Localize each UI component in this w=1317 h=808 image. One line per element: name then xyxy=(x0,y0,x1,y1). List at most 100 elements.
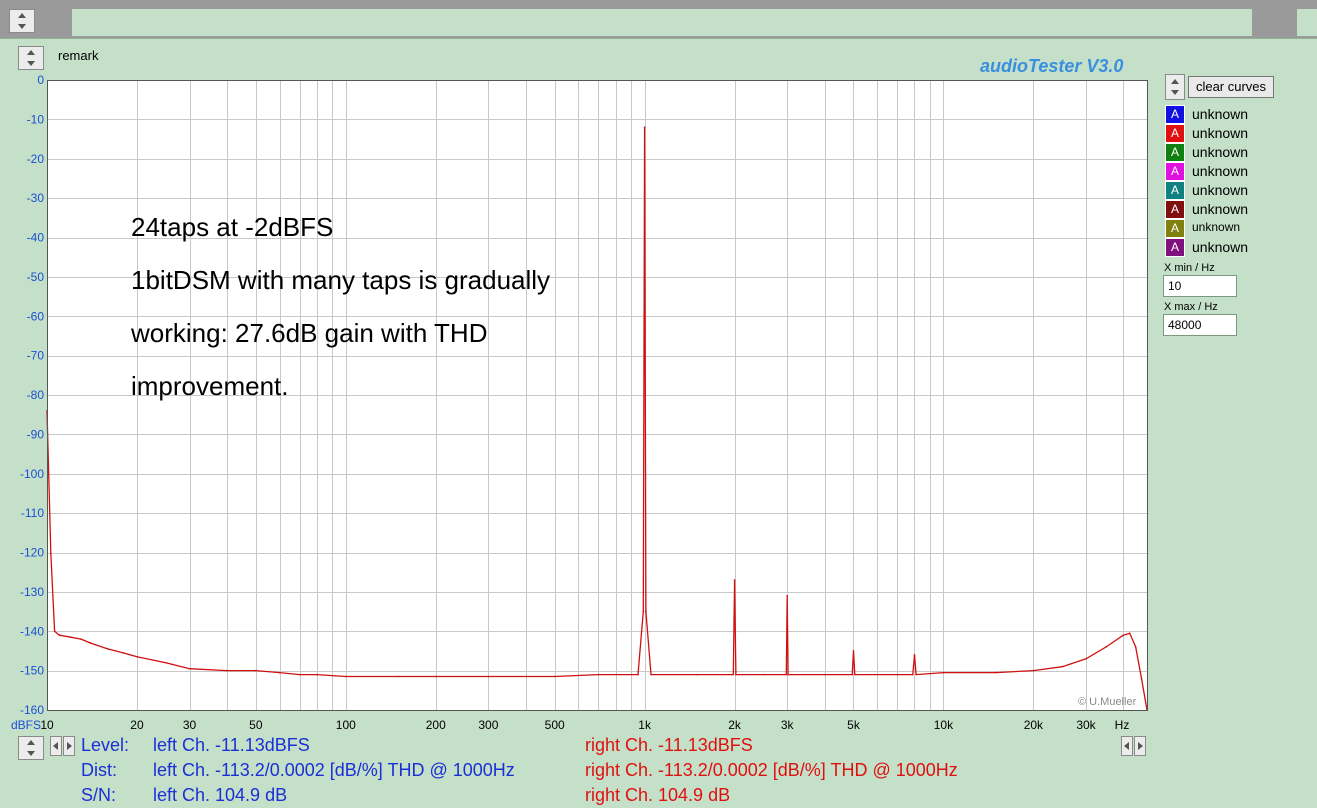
data-point xyxy=(854,673,856,676)
y-axis-label: dBFS xyxy=(11,718,41,732)
data-point xyxy=(122,652,125,654)
curve-swatch-icon[interactable]: A xyxy=(1165,143,1185,162)
left-level-value: left Ch. -11.13dBFS xyxy=(153,735,310,755)
x-tick-label: 20k xyxy=(1024,718,1044,732)
data-point xyxy=(643,126,646,129)
data-point xyxy=(597,673,600,676)
toolbar-separator xyxy=(0,38,1317,39)
curve-item-8[interactable]: Aunknown xyxy=(1165,238,1305,257)
curve-swatch-icon[interactable]: A xyxy=(1165,200,1185,219)
data-point xyxy=(642,610,645,613)
curve-label: unknown xyxy=(1192,106,1249,122)
status-next-icon[interactable] xyxy=(63,736,75,756)
x-tick-label: 30 xyxy=(183,718,197,732)
status-prev-icon[interactable] xyxy=(50,736,62,756)
curve-swatch-icon[interactable]: A xyxy=(1165,238,1185,257)
x-tick-label: 20 xyxy=(130,718,144,732)
y-tick-label: -120 xyxy=(20,546,44,560)
x-axis-label: Hz xyxy=(1115,718,1130,732)
y-tick-label: -70 xyxy=(27,349,45,363)
curve-label: unknown xyxy=(1192,201,1249,217)
curve-swatch-icon[interactable]: A xyxy=(1165,124,1185,143)
scroll-left-icon[interactable] xyxy=(1121,736,1133,756)
curve-label: unknown xyxy=(1192,125,1249,141)
spectrum-chart: 0 -10 -20 -30 -40 -50 -60 -70 -80 -90 -100 -110 -120… xyxy=(11,73,1148,732)
annotation-line-3: working: 27.6dB gain with THD xyxy=(131,318,488,348)
data-point xyxy=(80,638,82,640)
y-tick-label: -160 xyxy=(20,703,44,717)
top-toolbar xyxy=(0,0,1317,38)
remark-label: remark xyxy=(58,48,99,63)
y-tick-label: -60 xyxy=(27,309,45,323)
curve-swatch-icon[interactable]: A xyxy=(1165,162,1185,181)
data-point xyxy=(942,671,945,674)
y-tick-label: -30 xyxy=(27,191,45,205)
curve-item-7[interactable]: Aunknown xyxy=(1165,219,1305,238)
data-point xyxy=(650,673,652,676)
curve-item-4[interactable]: Aunknown xyxy=(1165,162,1305,181)
data-point xyxy=(735,673,737,676)
curve-item-2[interactable]: Aunknown xyxy=(1165,124,1305,143)
data-point xyxy=(298,673,301,676)
data-point xyxy=(732,673,735,676)
data-point xyxy=(69,636,72,638)
clear-curves-button[interactable]: clear curves xyxy=(1188,76,1274,98)
data-point xyxy=(1134,646,1137,648)
curve-swatch-icon[interactable]: A xyxy=(1165,105,1185,124)
data-point xyxy=(397,675,400,678)
y-tick-label: -40 xyxy=(27,231,45,245)
data-point xyxy=(913,654,916,656)
curve-label: unknown xyxy=(1192,163,1249,179)
curve-item-6[interactable]: Aunknown xyxy=(1165,200,1305,219)
title-field[interactable] xyxy=(72,9,1252,36)
left-sn-value: left Ch. 104.9 dB xyxy=(153,785,288,805)
right-sn-value: right Ch. 104.9 dB xyxy=(585,785,731,805)
data-point xyxy=(345,675,347,678)
data-point xyxy=(995,671,997,674)
data-point xyxy=(1061,665,1064,668)
top-spinner[interactable] xyxy=(9,9,35,33)
curve-label: unknown xyxy=(1192,220,1241,234)
top-right-tab xyxy=(1297,9,1317,36)
xmin-input[interactable] xyxy=(1163,275,1237,297)
data-point xyxy=(637,673,639,676)
annotation-line-1: 24taps at -2dBFS xyxy=(131,212,334,242)
x-tick-label: 300 xyxy=(478,718,498,732)
curve-swatch-icon[interactable]: A xyxy=(1165,219,1185,238)
data-point xyxy=(787,673,789,676)
y-tick-label: -80 xyxy=(27,388,45,402)
x-tick-label: 10k xyxy=(934,718,954,732)
y-tick-label: -100 xyxy=(20,467,44,481)
level-label: Level: xyxy=(81,735,130,755)
data-point xyxy=(762,673,765,676)
y-tick-label: -140 xyxy=(20,624,44,638)
status-spinner[interactable] xyxy=(18,736,44,760)
xmax-input[interactable] xyxy=(1163,314,1237,336)
scroll-right-icon[interactable] xyxy=(1134,736,1146,756)
curve-spinner[interactable] xyxy=(1165,74,1185,100)
data-point xyxy=(255,669,257,672)
data-point xyxy=(851,673,853,676)
x-tick-label: 1k xyxy=(638,718,652,732)
data-point xyxy=(645,610,647,613)
curve-swatch-icon[interactable]: A xyxy=(1165,181,1185,200)
y-tick-label: -50 xyxy=(27,270,45,284)
data-point xyxy=(915,673,917,676)
data-point xyxy=(107,648,109,650)
curve-item-3[interactable]: Aunknown xyxy=(1165,143,1305,162)
x-tick-label: 3k xyxy=(781,718,795,732)
right-dist-value: right Ch. -113.2/0.0002 [dB/%] THD @ 100… xyxy=(585,760,958,780)
curve-item-1[interactable]: Aunknown xyxy=(1165,105,1305,124)
curve-label: unknown xyxy=(1192,144,1249,160)
sn-label: S/N: xyxy=(81,785,117,805)
x-tick-label: 10 xyxy=(40,718,54,732)
data-point xyxy=(1140,677,1143,680)
curve-label: unknown xyxy=(1192,182,1249,198)
remark-spinner[interactable] xyxy=(18,46,44,70)
data-point xyxy=(1128,632,1131,634)
data-point xyxy=(785,673,788,676)
data-point xyxy=(786,595,788,597)
x-tick-label: 50 xyxy=(249,718,263,732)
curve-label: unknown xyxy=(1192,239,1249,255)
curve-item-5[interactable]: Aunknown xyxy=(1165,181,1305,200)
